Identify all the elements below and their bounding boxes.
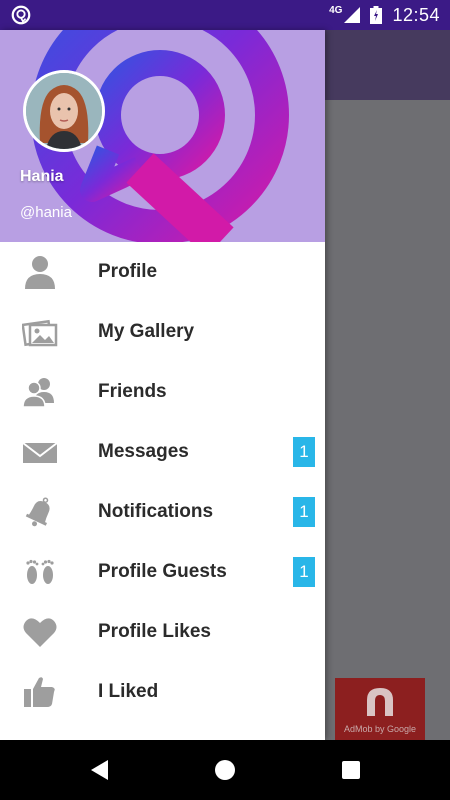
ad-banner[interactable]: AdMob by Google — [335, 678, 425, 740]
menu-item-friends[interactable]: Friends — [0, 362, 325, 422]
app-logo-icon — [11, 5, 31, 25]
avatar[interactable] — [23, 70, 105, 152]
bell-icon — [25, 497, 50, 527]
unread-badge: 1 — [293, 497, 315, 527]
network-type: 4G — [329, 4, 343, 16]
menu-label: Profile Likes — [98, 621, 211, 642]
menu-item-messages[interactable]: Messages 1 — [0, 422, 325, 482]
menu-item-i-liked[interactable]: I Liked — [0, 662, 325, 722]
unread-badge: 1 — [293, 557, 315, 587]
friends-icon — [22, 378, 54, 408]
clock: 12:54 — [392, 4, 440, 25]
gallery-icon — [22, 319, 58, 347]
user-handle: @hania — [20, 204, 72, 221]
status-bar: 4G 12:54 — [0, 0, 450, 30]
navigation-drawer: Hania @hania Profile My Gallery Friends … — [0, 30, 325, 740]
menu-label: Profile — [98, 261, 158, 282]
drawer-header: Hania @hania — [0, 30, 325, 242]
menu-item-profile-guests[interactable]: Profile Guests 1 — [0, 542, 325, 602]
signal-icon — [344, 7, 361, 23]
menu-item-profile[interactable]: Profile — [0, 242, 325, 302]
menu-label: Profile Guests — [98, 561, 227, 582]
footprints-icon — [26, 559, 54, 584]
person-icon — [25, 256, 55, 289]
recent-apps-icon[interactable] — [339, 758, 363, 782]
menu-item-notifications[interactable]: Notifications 1 — [0, 482, 325, 542]
menu-label: My Gallery — [98, 321, 195, 342]
menu-label: Messages — [98, 441, 189, 462]
ad-label: AdMob by Google — [343, 724, 417, 734]
menu-label: Notifications — [98, 501, 214, 522]
thumbs-up-icon — [24, 677, 55, 707]
user-name: Hania — [20, 168, 64, 185]
menu-label: I Liked — [98, 681, 159, 702]
avatar-photo — [26, 73, 102, 149]
drawer-menu: Profile My Gallery Friends Messages 1 No… — [0, 242, 325, 722]
system-navigation-bar — [0, 740, 450, 800]
envelope-icon — [22, 442, 58, 463]
menu-item-my-gallery[interactable]: My Gallery — [0, 302, 325, 362]
menu-item-profile-likes[interactable]: Profile Likes — [0, 602, 325, 662]
home-icon[interactable] — [213, 758, 237, 782]
menu-label: Friends — [98, 381, 167, 402]
battery-icon — [370, 6, 383, 24]
back-icon[interactable] — [88, 758, 112, 782]
admob-logo-icon — [367, 688, 393, 716]
heart-icon — [23, 618, 57, 647]
unread-badge: 1 — [293, 437, 315, 467]
